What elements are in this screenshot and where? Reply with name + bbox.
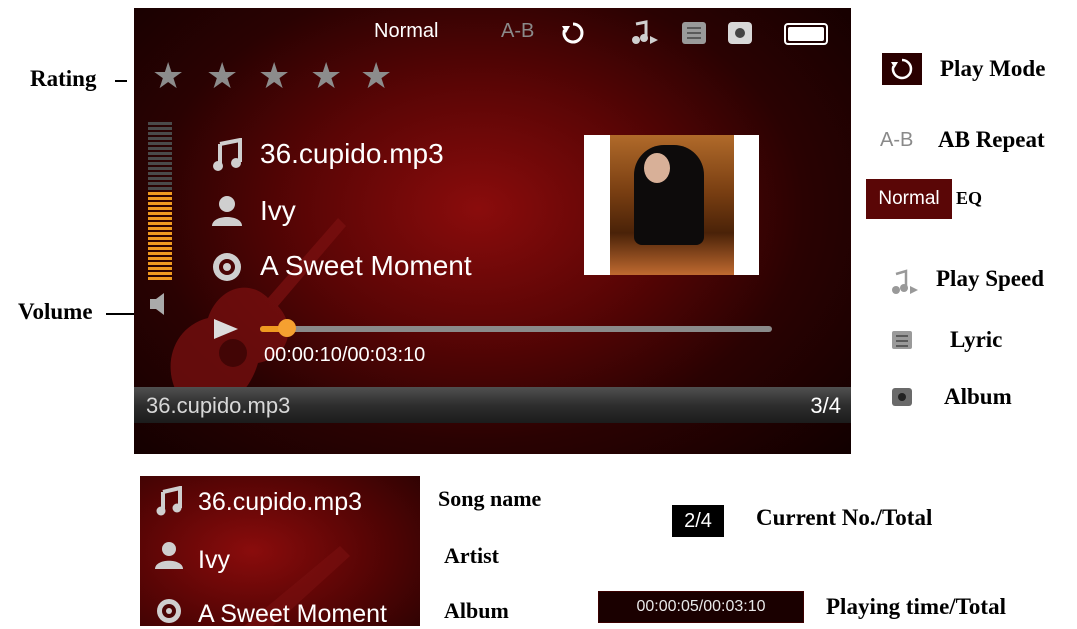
album-legend-label: Album bbox=[944, 384, 1012, 409]
song-name-label: Song name bbox=[438, 486, 542, 511]
volume-meter[interactable] bbox=[148, 122, 172, 288]
volume-segment bbox=[148, 157, 172, 160]
playback-time: 00:00:10/00:03:10 bbox=[264, 344, 426, 366]
star-icon[interactable]: ★ bbox=[152, 58, 184, 94]
volume-segment bbox=[148, 277, 172, 280]
album-icon[interactable] bbox=[728, 22, 752, 44]
volume-segment bbox=[148, 257, 172, 260]
volume-segment bbox=[148, 127, 172, 130]
bottom-bar: 36.cupido.mp3 3/4 bbox=[134, 387, 851, 423]
rating-label: Rating bbox=[30, 66, 97, 91]
volume-segment bbox=[148, 267, 172, 270]
song-info-zoom: 36.cupido.mp3 Ivy A Sweet Moment bbox=[140, 476, 420, 626]
repeat-icon[interactable] bbox=[560, 20, 586, 46]
play-icon[interactable] bbox=[212, 317, 240, 341]
volume-segment bbox=[148, 167, 172, 170]
music-note-icon bbox=[213, 138, 242, 171]
volume-segment bbox=[148, 212, 172, 215]
volume-segment bbox=[148, 272, 172, 275]
current-total-label: Current No./Total bbox=[756, 505, 933, 530]
progress-knob[interactable] bbox=[278, 319, 296, 337]
ab-legend-icon: A-B bbox=[880, 129, 914, 151]
lyric-icon[interactable] bbox=[682, 22, 706, 44]
zoom-song-title: 36.cupido.mp3 bbox=[198, 488, 363, 516]
volume-segment bbox=[148, 252, 172, 255]
music-note-icon bbox=[156, 486, 182, 516]
volume-segment bbox=[148, 142, 172, 145]
volume-segment bbox=[148, 182, 172, 185]
star-icon[interactable]: ★ bbox=[258, 58, 290, 94]
bottom-filename: 36.cupido.mp3 bbox=[146, 393, 291, 418]
volume-segment bbox=[148, 172, 172, 175]
volume-segment bbox=[148, 187, 172, 190]
volume-segment bbox=[148, 237, 172, 240]
player-screen: Normal A-B ★ ★ ★ ★ ★ 36.cupido.mp3 Ivy A… bbox=[134, 8, 851, 454]
eq-legend-badge: Normal bbox=[866, 179, 952, 219]
volume-segment bbox=[148, 247, 172, 250]
status-bar: Normal A-B bbox=[134, 8, 851, 54]
volume-segment bbox=[148, 162, 172, 165]
volume-segment bbox=[148, 227, 172, 230]
volume-segment bbox=[148, 202, 172, 205]
volume-segment bbox=[148, 177, 172, 180]
play-speed-legend-icon bbox=[892, 269, 918, 294]
album-name: A Sweet Moment bbox=[260, 250, 472, 281]
volume-segment bbox=[148, 192, 172, 195]
guitar-decoration bbox=[170, 218, 346, 411]
speaker-icon bbox=[150, 293, 164, 315]
track-count: 3/4 bbox=[810, 393, 841, 418]
playing-time-label: Playing time/Total bbox=[826, 594, 1006, 619]
battery-icon bbox=[784, 23, 828, 45]
star-icon[interactable]: ★ bbox=[360, 58, 392, 94]
volume-segment bbox=[148, 207, 172, 210]
progress-track[interactable] bbox=[260, 326, 772, 332]
time-badge: 00:00:05/00:03:10 bbox=[598, 591, 804, 623]
song-title: 36.cupido.mp3 bbox=[260, 138, 444, 169]
person-icon bbox=[212, 196, 242, 226]
rating-pointer bbox=[115, 80, 127, 82]
play-mode-legend-icon bbox=[882, 53, 922, 85]
volume-segment bbox=[148, 262, 172, 265]
disc-icon bbox=[213, 253, 241, 281]
volume-segment bbox=[148, 242, 172, 245]
artist-name: Ivy bbox=[260, 195, 296, 226]
count-badge: 2/4 bbox=[672, 505, 724, 537]
person-icon bbox=[155, 542, 183, 569]
lyric-legend-icon bbox=[892, 331, 912, 349]
volume-segment bbox=[148, 197, 172, 200]
volume-segment bbox=[148, 147, 172, 150]
album-legend-icon bbox=[892, 388, 912, 406]
play-speed-label: Play Speed bbox=[936, 266, 1044, 291]
volume-pointer bbox=[106, 313, 134, 315]
star-icon[interactable]: ★ bbox=[310, 58, 342, 94]
volume-segment bbox=[148, 217, 172, 220]
album-cover bbox=[584, 135, 759, 275]
volume-segment bbox=[148, 222, 172, 225]
eq-status[interactable]: Normal bbox=[374, 20, 438, 43]
ab-repeat-label: AB Repeat bbox=[938, 127, 1045, 152]
volume-label: Volume bbox=[18, 299, 93, 324]
eq-label: EQ bbox=[956, 188, 983, 208]
volume-segment bbox=[148, 232, 172, 235]
zoom-album: A Sweet Moment bbox=[198, 600, 387, 626]
album-label: Album bbox=[444, 598, 509, 623]
volume-segment bbox=[148, 132, 172, 135]
disc-icon bbox=[157, 599, 181, 623]
lyric-label: Lyric bbox=[950, 327, 1003, 352]
zoom-artist: Ivy bbox=[198, 546, 230, 574]
play-mode-label: Play Mode bbox=[940, 56, 1046, 81]
artist-label: Artist bbox=[444, 543, 499, 568]
ab-repeat-status[interactable]: A-B bbox=[501, 20, 534, 43]
play-speed-icon[interactable] bbox=[630, 20, 660, 46]
star-icon[interactable]: ★ bbox=[206, 58, 238, 94]
volume-segment bbox=[148, 152, 172, 155]
volume-segment bbox=[148, 122, 172, 125]
volume-segment bbox=[148, 137, 172, 140]
